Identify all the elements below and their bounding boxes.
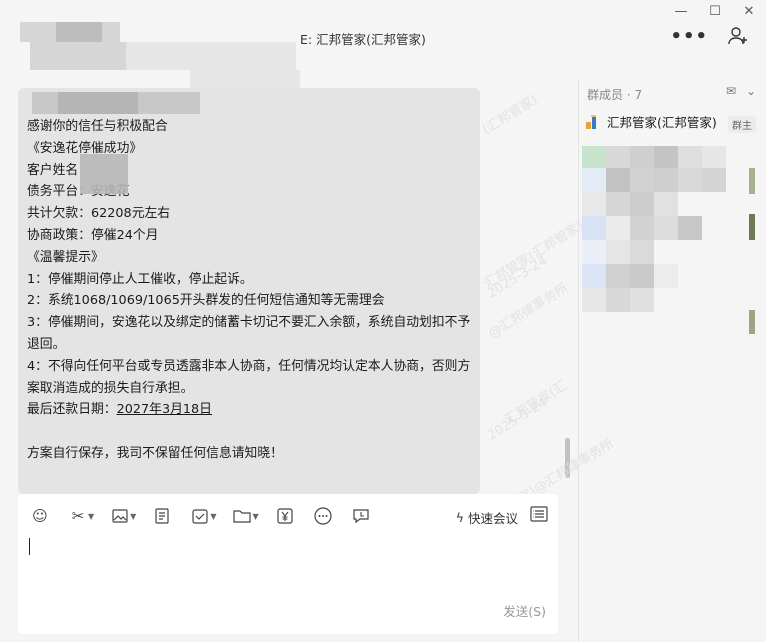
blurred-tile xyxy=(630,146,654,170)
blurred-tile xyxy=(606,168,630,192)
blurred-tile xyxy=(654,216,678,240)
owner-badge: 群主 xyxy=(728,116,756,133)
blurred-avatar-part xyxy=(30,42,126,70)
blurred-tile xyxy=(702,146,726,170)
lightning-icon: ϟ xyxy=(455,510,464,525)
blurred-tile xyxy=(654,146,678,170)
blurred-tile xyxy=(630,240,654,264)
window-controls: — ☐ ✕ xyxy=(664,0,766,22)
blurred-text xyxy=(58,92,138,114)
chevron-down-icon[interactable]: ⌄ xyxy=(746,84,756,98)
blurred-chat-name xyxy=(126,42,296,70)
message-line: 共计欠款：62208元左右 xyxy=(27,206,171,222)
blurred-tile xyxy=(654,192,678,216)
message-line: 3：停催期间，安逸花以及绑定的储蓄卡切记不要汇入余额，系统自动划扣不予退回。 xyxy=(27,315,471,352)
members-title: 群成员 · 7 xyxy=(587,88,643,102)
due-date-link[interactable]: 2027年3月18日 xyxy=(117,402,212,417)
blurred-tile xyxy=(630,168,654,192)
chevron-down-icon[interactable]: ▼ xyxy=(88,512,94,521)
message-line: 方案自行保存，我司不保留任何信息请知晓！ xyxy=(27,445,283,461)
due-date-label: 最后还款日期： xyxy=(27,402,117,418)
blurred-tile xyxy=(606,240,630,264)
message-list[interactable]: 感谢你的信任与积极配合 《安逸花停催成功》 客户姓名 债务平台：安逸花 共计欠款… xyxy=(0,80,578,494)
message-line: 《温馨提示》 xyxy=(27,249,104,265)
image-icon[interactable] xyxy=(108,504,132,528)
blurred-tile xyxy=(582,168,606,192)
message-bubble[interactable]: 感谢你的信任与积极配合 《安逸花停催成功》 客户姓名 债务平台：安逸花 共计欠款… xyxy=(18,88,480,494)
message-line-empty xyxy=(27,421,475,443)
document-icon[interactable] xyxy=(150,504,174,528)
blurred-tile xyxy=(702,168,726,192)
message-line: 1：停催期间停止人工催收，停止起诉。 xyxy=(27,271,253,287)
mail-icon[interactable]: ✉ xyxy=(726,84,736,98)
blurred-tile xyxy=(678,216,702,240)
chevron-down-icon[interactable]: ▼ xyxy=(130,512,136,521)
blurred-tile xyxy=(582,216,606,240)
blurred-tile xyxy=(654,264,678,288)
blurred-tile xyxy=(582,264,606,288)
blurred-avatar-part xyxy=(56,22,80,42)
message-line: 2：系统1068/1069/1065开头群发的任何短信通知等无需理会 xyxy=(27,293,385,309)
blurred-strip xyxy=(749,310,755,334)
chevron-down-icon[interactable]: ▼ xyxy=(210,512,216,521)
blurred-tile xyxy=(582,192,606,216)
blurred-tile xyxy=(606,146,630,170)
chevron-down-icon[interactable]: ▼ xyxy=(252,512,258,521)
composer-toolbar: ☺ ✂ ▼ ▼ ▼ ▼ xyxy=(28,504,373,528)
message-line: 协商政策：停催24个月 xyxy=(27,227,159,243)
emoji-icon[interactable]: ☺ xyxy=(28,504,52,528)
scrollbar[interactable] xyxy=(565,438,570,478)
add-user-icon[interactable] xyxy=(728,26,748,51)
folder-icon[interactable] xyxy=(230,504,254,528)
checkbox-icon[interactable] xyxy=(188,504,212,528)
message-line: 4：不得向任何平台或专员透露非本人协商，任何情况均认定本人协商，否则方案取消造成… xyxy=(27,358,471,396)
message-line: 感谢你的信任与积极配合 xyxy=(27,119,168,134)
blurred-tile xyxy=(606,264,630,288)
blurred-tile xyxy=(630,288,654,312)
member-item[interactable]: 汇邦管家(汇邦管家) xyxy=(585,112,717,131)
chat-title: E: 汇邦管家(汇邦管家) xyxy=(300,32,426,47)
message-composer[interactable]: ☺ ✂ ▼ ▼ ▼ ▼ ϟ 快速会议 发送(S) xyxy=(18,494,558,634)
quick-meeting-label: 快速会议 xyxy=(467,511,518,526)
close-icon[interactable]: ✕ xyxy=(732,0,766,22)
blurred-strip xyxy=(749,214,755,240)
send-button[interactable]: 发送(S) xyxy=(503,601,546,620)
blurred-tile xyxy=(582,288,606,312)
blurred-avatar-part xyxy=(80,22,102,42)
blurred-tile xyxy=(678,168,702,192)
blurred-tile xyxy=(678,146,702,170)
blurred-tile xyxy=(606,192,630,216)
list-icon[interactable] xyxy=(530,506,548,526)
blurred-tile xyxy=(654,168,678,192)
message-line: 最后还款日期：2027年3月18日 xyxy=(27,399,475,421)
blurred-strip xyxy=(749,168,755,194)
blurred-tile xyxy=(606,288,630,312)
more-icon[interactable]: ••• xyxy=(670,26,708,47)
maximize-icon[interactable]: ☐ xyxy=(698,0,732,22)
blurred-tile xyxy=(630,192,654,216)
scissors-icon[interactable]: ✂ xyxy=(66,504,90,528)
yen-icon[interactable] xyxy=(273,504,297,528)
text-cursor[interactable] xyxy=(29,538,30,555)
blurred-customer-name xyxy=(80,154,128,194)
comment-icon[interactable] xyxy=(349,504,373,528)
blurred-tile xyxy=(582,240,606,264)
blurred-tile xyxy=(630,216,654,240)
minimize-icon[interactable]: — xyxy=(664,0,698,22)
blurred-tile xyxy=(606,216,630,240)
member-avatar xyxy=(585,114,601,130)
member-name: 汇邦管家(汇邦管家) xyxy=(607,115,717,130)
blurred-tile xyxy=(630,264,654,288)
blurred-tile xyxy=(582,146,606,170)
more-circle-icon[interactable] xyxy=(311,504,335,528)
quick-meeting-button[interactable]: ϟ 快速会议 xyxy=(456,508,518,527)
